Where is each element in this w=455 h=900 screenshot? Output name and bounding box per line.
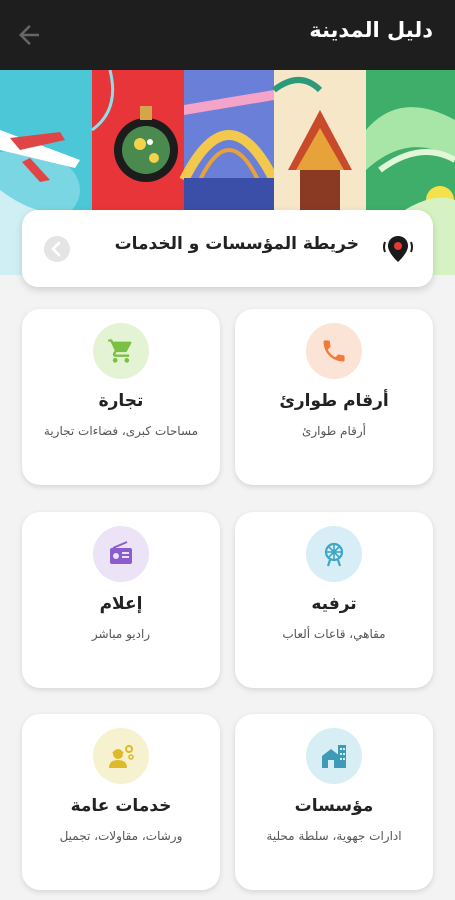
- radio-icon: [93, 526, 149, 582]
- card-public-services[interactable]: خدمات عامة ورشات، مقاولات، تجميل: [22, 714, 220, 890]
- chevron-left-icon[interactable]: [44, 236, 70, 262]
- card-title: تجارة: [98, 391, 144, 411]
- card-title: أرقام طوارئ: [279, 391, 389, 411]
- arrow-left-icon[interactable]: [14, 20, 44, 50]
- app-bar: دليل المدينة: [0, 0, 455, 70]
- institutions-map-button[interactable]: خريطة المؤسسات و الخدمات: [22, 210, 433, 287]
- card-title: إعلام: [99, 594, 143, 614]
- card-commerce[interactable]: تجارة مساحات كبرى، فضاءات تجارية: [22, 309, 220, 485]
- worker-gears-icon: [93, 728, 149, 784]
- card-media[interactable]: إعلام راديو مباشر: [22, 512, 220, 688]
- card-subtitle: ورشات، مقاولات، تجميل: [59, 829, 183, 843]
- card-subtitle: مقاهي، قاعات ألعاب: [282, 627, 386, 641]
- ferris-wheel-icon: [306, 526, 362, 582]
- card-subtitle: راديو مباشر: [91, 627, 151, 641]
- card-subtitle: أرقام طوارئ: [301, 424, 367, 438]
- shopping-cart-icon: [93, 323, 149, 379]
- page-title: دليل المدينة: [309, 18, 433, 42]
- card-emergency-numbers[interactable]: أرقام طوارئ أرقام طوارئ: [235, 309, 433, 485]
- map-pin-icon: [383, 236, 413, 262]
- building-icon: [306, 728, 362, 784]
- phone-icon: [306, 323, 362, 379]
- card-title: خدمات عامة: [70, 796, 172, 816]
- card-entertainment[interactable]: ترفيه مقاهي، قاعات ألعاب: [235, 512, 433, 688]
- card-title: ترفيه: [311, 594, 357, 614]
- map-bar-label: خريطة المؤسسات و الخدمات: [114, 234, 359, 254]
- card-subtitle: مساحات كبرى، فضاءات تجارية: [43, 424, 199, 438]
- card-title: مؤسسات: [294, 796, 374, 816]
- card-institutions[interactable]: مؤسسات ادارات جهوية، سلطة محلية: [235, 714, 433, 890]
- card-subtitle: ادارات جهوية، سلطة محلية: [266, 829, 402, 843]
